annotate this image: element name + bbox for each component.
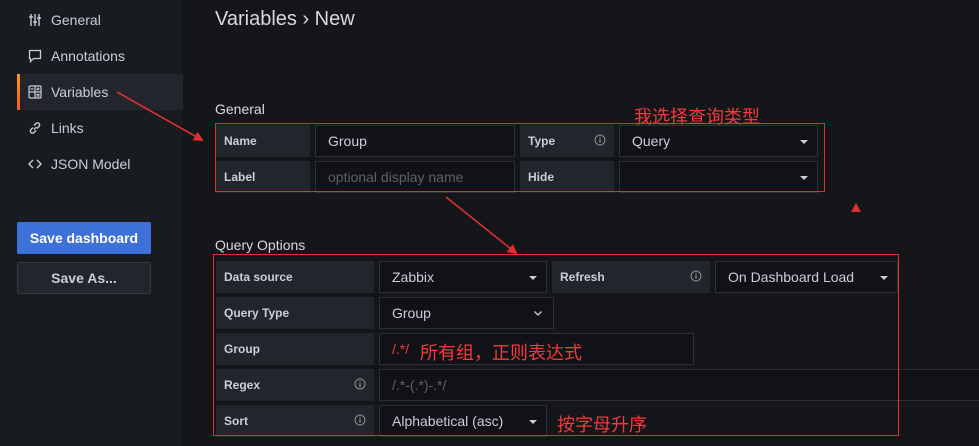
general-heading: General [215, 101, 265, 117]
arrow-to-query-box [445, 196, 518, 255]
regex-field[interactable] [379, 369, 979, 401]
info-icon[interactable] [354, 414, 366, 426]
data-source-select[interactable]: Zabbix [379, 261, 547, 293]
caret-down-icon [800, 140, 808, 144]
query-options-heading: Query Options [215, 237, 306, 253]
refresh-label: Refresh [552, 261, 710, 293]
refresh-select[interactable]: On Dashboard Load [715, 261, 898, 293]
caret-down-icon [529, 276, 537, 280]
page-title: Variables › New [215, 8, 355, 30]
sliders-icon [27, 12, 43, 28]
caret-down-icon [800, 176, 808, 180]
type-select[interactable]: Query [619, 125, 818, 157]
regex-label-text: Regex [224, 378, 261, 392]
annotation-all-groups: 所有组，正则表达式 [420, 343, 582, 363]
sidebar: General Annotations Variables Links JSON… [0, 0, 183, 446]
chevron-down-icon [534, 311, 542, 316]
annotation-triangle [851, 203, 861, 212]
sidebar-item-label: Links [51, 120, 84, 136]
annotation-sort-alpha: 按字母升序 [557, 415, 647, 435]
data-source-value: Zabbix [392, 269, 435, 285]
sort-select[interactable]: Alphabetical (asc) [379, 405, 547, 437]
sidebar-item-label: Variables [51, 84, 109, 100]
query-type-select[interactable]: Group [379, 297, 554, 329]
caret-down-icon [529, 420, 537, 424]
save-as-button[interactable]: Save As... [17, 262, 151, 294]
info-icon[interactable] [690, 270, 702, 282]
type-select-value: Query [632, 133, 671, 149]
hide-select[interactable] [619, 161, 818, 193]
link-icon [27, 120, 43, 136]
sort-label: Sort [216, 405, 374, 437]
group-label: Group [216, 333, 374, 365]
query-type-value: Group [392, 305, 431, 321]
comment-icon [27, 48, 43, 64]
label-label: Label [216, 161, 310, 193]
info-icon[interactable] [594, 134, 606, 146]
type-label: Type [520, 125, 614, 157]
sidebar-item-links[interactable]: Links [17, 110, 183, 146]
code-icon [27, 156, 43, 172]
sidebar-item-variables[interactable]: Variables [17, 74, 183, 110]
annotation-select-type: 我选择查询类型 [634, 107, 760, 127]
sidebar-item-label: JSON Model [51, 156, 131, 172]
refresh-label-text: Refresh [560, 270, 605, 284]
sidebar-item-annotations[interactable]: Annotations [17, 38, 183, 74]
sort-value: Alphabetical (asc) [392, 413, 504, 429]
type-label-text: Type [528, 134, 556, 148]
regex-label: Regex [216, 369, 374, 401]
caret-down-icon [880, 276, 888, 280]
data-source-label: Data source [216, 261, 374, 293]
refresh-value: On Dashboard Load [728, 269, 855, 285]
label-field[interactable] [315, 161, 515, 193]
query-type-label: Query Type [216, 297, 374, 329]
name-label: Name [216, 125, 310, 157]
sort-label-text: Sort [224, 414, 248, 428]
sidebar-item-label: General [51, 12, 101, 28]
sidebar-item-general[interactable]: General [17, 2, 183, 38]
calculator-icon [27, 84, 43, 100]
label-input[interactable] [328, 169, 514, 185]
save-dashboard-button[interactable]: Save dashboard [17, 222, 151, 254]
sidebar-item-label: Annotations [51, 48, 125, 64]
info-icon[interactable] [354, 378, 366, 390]
sidebar-item-json-model[interactable]: JSON Model [17, 146, 183, 182]
hide-label: Hide [520, 161, 614, 193]
name-field[interactable]: Group [315, 125, 515, 157]
regex-input[interactable] [392, 377, 979, 393]
